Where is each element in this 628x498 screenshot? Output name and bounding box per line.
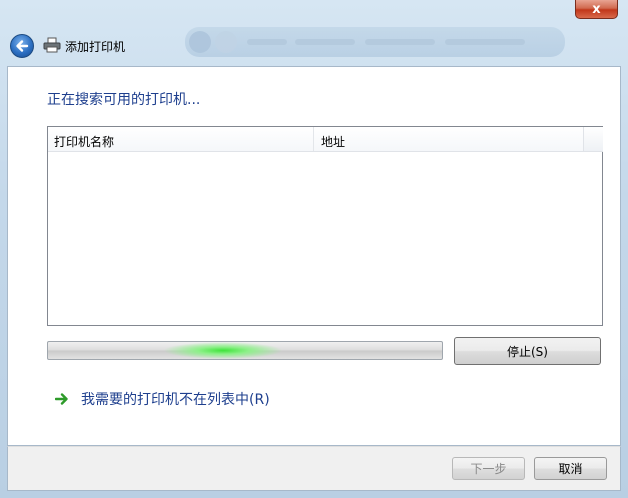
back-arrow-icon xyxy=(16,40,29,52)
close-button[interactable]: x xyxy=(575,0,618,19)
list-header: 打印机名称 地址 xyxy=(48,127,583,152)
printer-list[interactable]: 打印机名称 地址 xyxy=(47,126,603,326)
green-arrow-icon xyxy=(55,393,68,405)
printer-not-listed-label[interactable]: 我需要的打印机不在列表中(R) xyxy=(81,389,270,409)
background-crumb xyxy=(365,39,435,45)
window-title: 添加打印机 xyxy=(65,40,126,54)
close-icon: x xyxy=(592,1,601,17)
column-header-address[interactable]: 地址 xyxy=(321,133,345,150)
search-progress-bar xyxy=(47,341,443,360)
list-header-filler xyxy=(583,127,603,152)
printer-icon xyxy=(43,37,61,53)
background-crumb xyxy=(445,39,525,45)
next-button[interactable]: 下一步 xyxy=(452,457,525,480)
background-address-bar xyxy=(185,27,565,57)
back-button[interactable] xyxy=(10,34,34,58)
column-separator[interactable] xyxy=(313,127,314,151)
background-crumb xyxy=(247,39,287,45)
background-crumb xyxy=(295,39,355,45)
wizard-content: 正在搜索可用的打印机... 打印机名称 地址 停止(S) 我需要的打印机不在列表… xyxy=(7,66,621,446)
stop-button[interactable]: 停止(S) xyxy=(454,337,601,365)
progress-marquee xyxy=(163,342,283,359)
background-back-icon xyxy=(189,31,211,53)
wizard-footer: 下一步 取消 xyxy=(7,446,621,491)
printer-not-listed-link[interactable]: 我需要的打印机不在列表中(R) xyxy=(55,389,270,409)
page-heading: 正在搜索可用的打印机... xyxy=(47,92,201,108)
background-forward-icon xyxy=(215,31,237,53)
column-header-printer-name[interactable]: 打印机名称 xyxy=(54,133,114,150)
cancel-button[interactable]: 取消 xyxy=(534,457,607,480)
